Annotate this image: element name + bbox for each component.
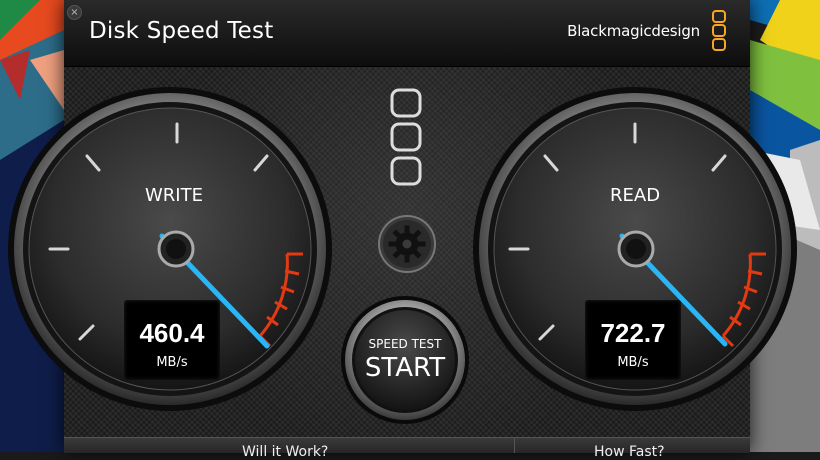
gear-icon [388,225,426,263]
read-label: READ [610,185,661,206]
brand-logo-icon [712,10,726,51]
start-button-main-label: START [364,353,446,383]
write-readout: 460.4 MB/s [124,300,220,380]
will-it-work-tab[interactable]: Will it Work? [242,444,328,460]
write-value: 460.4 [139,318,205,348]
read-readout: 722.7 MB/s [585,300,681,380]
brand-name: Blackmagicdesign [567,22,700,40]
close-button[interactable]: × [67,5,82,20]
app-title: Disk Speed Test [89,18,274,44]
footer-divider [514,438,515,453]
read-value: 722.7 [600,318,666,348]
footer-bar: Will it Work? How Fast? [64,437,750,460]
settings-button[interactable] [377,214,437,274]
start-button-top-label: SPEED TEST [368,337,442,351]
blackmagic-logo-icon [390,88,422,186]
write-label: WRITE [145,185,203,206]
title-bar: × Disk Speed Test Blackmagicdesign [64,0,750,67]
write-unit: MB/s [156,355,188,370]
how-fast-tab[interactable]: How Fast? [594,444,665,460]
read-unit: MB/s [617,355,649,370]
start-button[interactable]: SPEED TEST START [340,295,470,425]
